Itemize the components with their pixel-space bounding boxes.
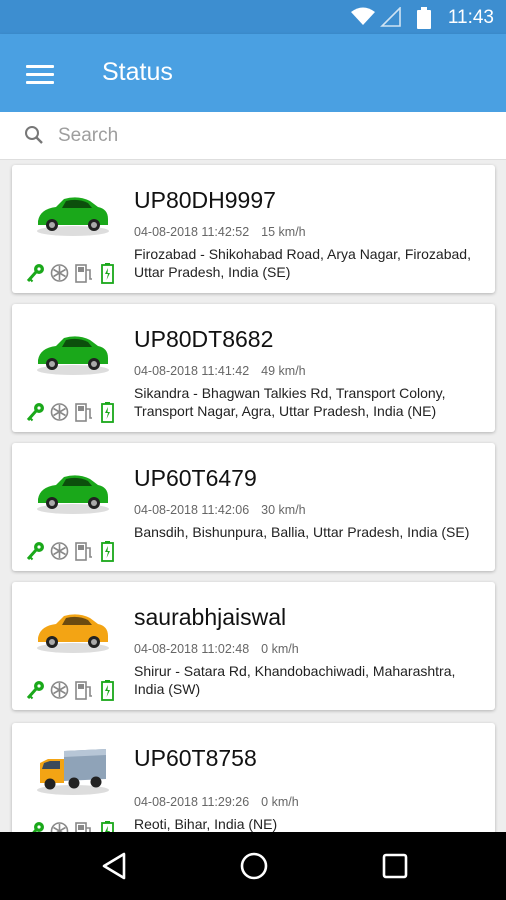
hamburger-menu-icon[interactable] xyxy=(26,65,54,85)
truck-icon xyxy=(34,747,112,797)
vehicle-plate: saurabhjaiswal xyxy=(134,604,287,630)
ac-snowflake-icon xyxy=(49,262,70,284)
battery-charge-icon xyxy=(97,262,118,284)
vehicle-plate: UP80DH9997 xyxy=(134,187,276,213)
yellow-car-icon xyxy=(34,606,112,656)
search-bar xyxy=(0,112,506,160)
signal-icon xyxy=(380,6,402,32)
vehicle-address: Shirur - Satara Rd, Khandobachiwadi, Mah… xyxy=(134,663,456,697)
vehicle-card[interactable]: saurabhjaiswal 04-08-2018 11:02:48 0 km/h… xyxy=(12,582,495,710)
vehicle-datetime: 04-08-2018 11:41:42 xyxy=(134,364,250,378)
ignition-key-icon xyxy=(25,820,46,832)
vehicle-speed: 0 km/h xyxy=(261,795,299,809)
vehicle-plate: UP80DT8682 xyxy=(134,326,274,352)
vehicle-speed: 30 km/h xyxy=(261,503,306,517)
vehicle-datetime: 04-08-2018 11:42:52 xyxy=(134,225,250,239)
green-car-icon xyxy=(34,328,112,378)
ignition-key-icon xyxy=(25,540,46,562)
fuel-pump-icon xyxy=(73,679,94,701)
system-status-bar: 11:43 xyxy=(0,0,506,34)
battery-charge-icon xyxy=(97,679,118,701)
vehicle-datetime: 04-08-2018 11:29:26 xyxy=(134,795,250,809)
vehicle-card[interactable]: UP60T8758 04-08-2018 11:29:26 0 km/h Reot… xyxy=(12,723,495,832)
battery-charge-icon xyxy=(97,820,118,832)
recents-icon[interactable] xyxy=(381,851,409,886)
system-nav-bar xyxy=(0,832,506,900)
vehicle-speed: 15 km/h xyxy=(261,225,306,239)
vehicle-plate: UP60T8758 xyxy=(134,745,257,771)
vehicle-meta: 04-08-2018 11:29:26 0 km/h xyxy=(134,795,299,809)
search-input[interactable] xyxy=(58,122,478,150)
green-car-icon xyxy=(34,189,112,239)
app-bar: Status xyxy=(0,34,506,112)
back-icon[interactable] xyxy=(100,851,128,886)
ignition-key-icon xyxy=(25,262,46,284)
ac-snowflake-icon xyxy=(49,401,70,423)
vehicle-address: Bansdih, Bishunpura, Ballia, Uttar Prade… xyxy=(134,524,470,540)
green-car-icon xyxy=(34,467,112,517)
fuel-pump-icon xyxy=(73,401,94,423)
vehicle-address: Sikandra - Bhagwan Talkies Rd, Transport… xyxy=(134,385,446,419)
ac-snowflake-icon xyxy=(49,679,70,701)
wifi-icon xyxy=(350,7,376,32)
vehicle-speed: 0 km/h xyxy=(261,642,299,656)
ac-snowflake-icon xyxy=(49,540,70,562)
fuel-pump-icon xyxy=(73,820,94,832)
vehicle-card[interactable]: UP80DT8682 04-08-2018 11:41:42 49 km/h Si… xyxy=(12,304,495,432)
home-icon[interactable] xyxy=(239,851,269,886)
vehicle-meta: 04-08-2018 11:42:06 30 km/h xyxy=(134,503,306,517)
battery-charge-icon xyxy=(97,540,118,562)
vehicle-list: UP80DH9997 04-08-2018 11:42:52 15 km/h Fi… xyxy=(0,160,506,832)
vehicle-meta: 04-08-2018 11:02:48 0 km/h xyxy=(134,642,299,656)
vehicle-plate: UP60T6479 xyxy=(134,465,257,491)
vehicle-meta: 04-08-2018 11:41:42 49 km/h xyxy=(134,364,306,378)
fuel-pump-icon xyxy=(73,540,94,562)
vehicle-card[interactable]: UP80DH9997 04-08-2018 11:42:52 15 km/h Fi… xyxy=(12,165,495,293)
fuel-pump-icon xyxy=(73,262,94,284)
battery-icon xyxy=(417,7,431,34)
ignition-key-icon xyxy=(25,679,46,701)
ignition-key-icon xyxy=(25,401,46,423)
search-icon xyxy=(24,125,44,150)
vehicle-card[interactable]: UP60T6479 04-08-2018 11:42:06 30 km/h Ban… xyxy=(12,443,495,571)
vehicle-datetime: 04-08-2018 11:02:48 xyxy=(134,642,250,656)
ac-snowflake-icon xyxy=(49,820,70,832)
vehicle-datetime: 04-08-2018 11:42:06 xyxy=(134,503,250,517)
vehicle-meta: 04-08-2018 11:42:52 15 km/h xyxy=(134,225,306,239)
vehicle-address: Reoti, Bihar, India (NE) xyxy=(134,816,278,832)
vehicle-speed: 49 km/h xyxy=(261,364,306,378)
vehicle-address: Firozabad - Shikohabad Road, Arya Nagar,… xyxy=(134,246,471,280)
battery-charge-icon xyxy=(97,401,118,423)
clock: 11:43 xyxy=(447,7,494,28)
page-title: Status xyxy=(102,58,173,86)
